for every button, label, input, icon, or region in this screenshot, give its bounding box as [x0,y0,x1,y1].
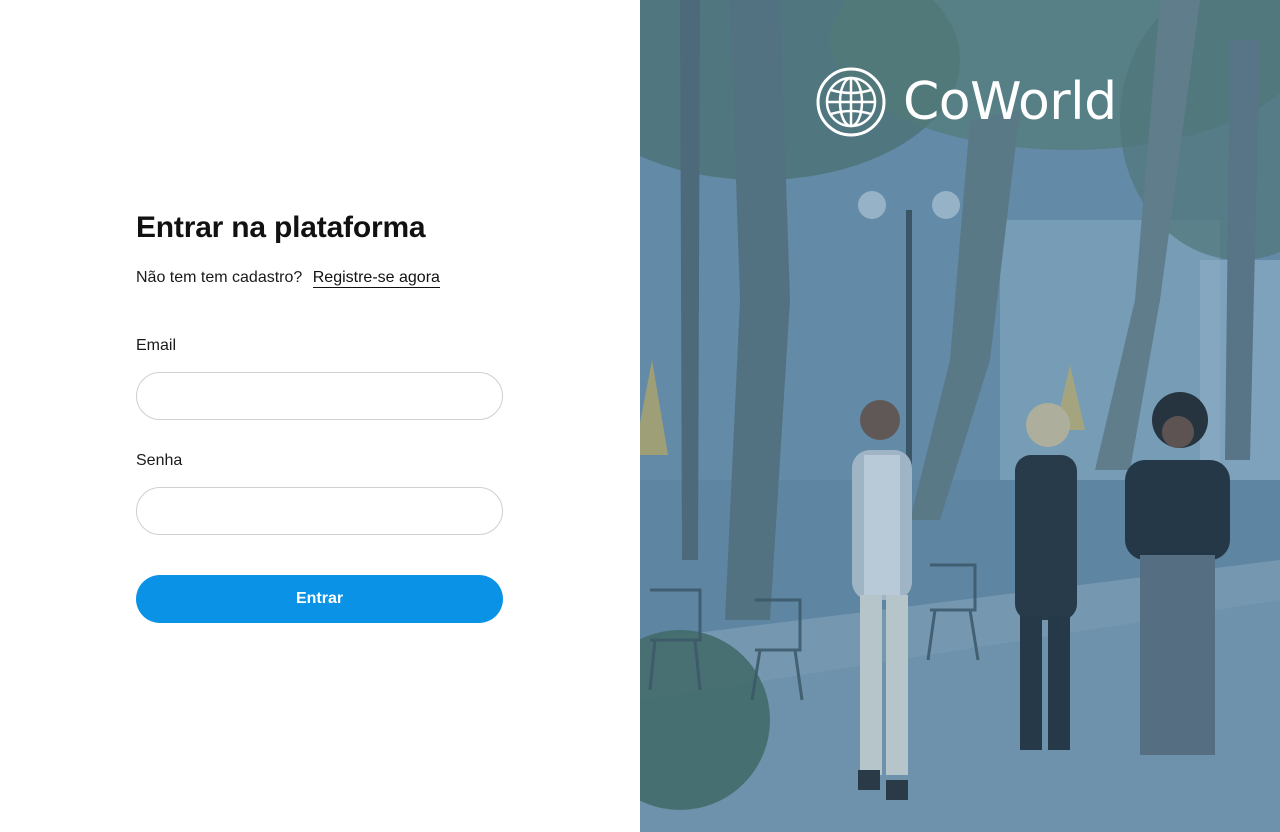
email-field[interactable] [136,372,503,420]
register-prompt: Não tem tem cadastro? Registre-se agora [136,266,503,290]
register-link[interactable]: Registre-se agora [312,269,440,288]
password-label: Senha [136,452,183,469]
login-panel: Entrar na plataforma Não tem tem cadastr… [0,0,640,832]
password-field[interactable] [136,487,503,535]
login-form: Entrar na plataforma Não tem tem cadastr… [136,208,503,623]
login-page: Entrar na plataforma Não tem tem cadastr… [0,0,1280,832]
page-title: Entrar na plataforma [136,211,426,244]
hero-photo-panel: CoWorld [640,0,1280,832]
login-button[interactable]: Entrar [136,575,503,623]
brand-logo: CoWorld [816,67,1117,137]
brand-name: CoWorld [903,72,1117,132]
email-label: Email [136,337,177,354]
no-account-text: Não tem tem cadastro? [136,269,303,286]
globe-icon [816,67,886,137]
